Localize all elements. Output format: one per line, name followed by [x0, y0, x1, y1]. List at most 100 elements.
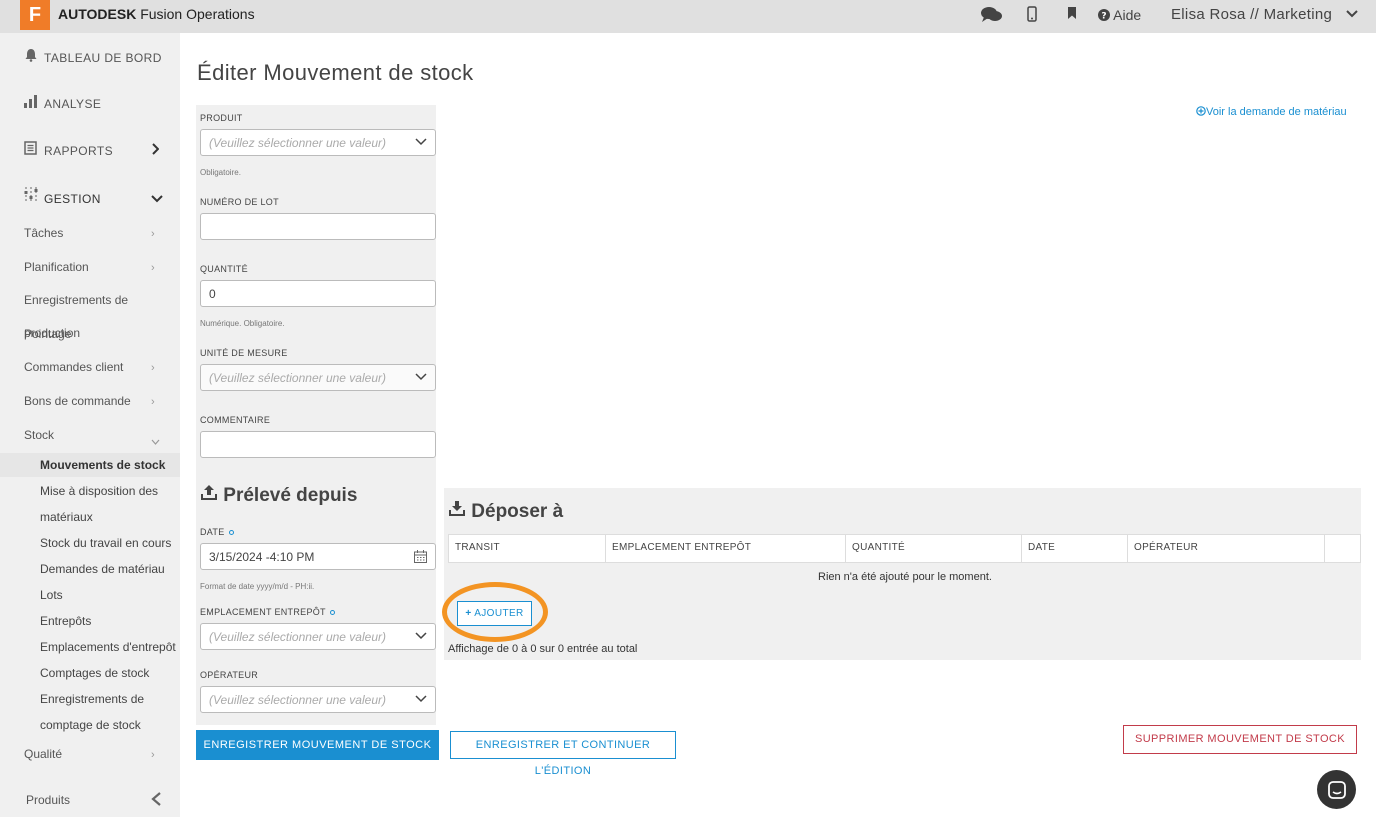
top-bar: F AUTODESK Fusion Operations ? Aide Elis…: [0, 0, 1376, 33]
emplacement-select[interactable]: (Veuillez sélectionner une valeur): [200, 623, 436, 650]
sidebar-label: ANALYSE: [44, 97, 102, 111]
column-header[interactable]: EMPLACEMENT ENTREPÔT: [606, 535, 846, 562]
help-icon: ?: [1098, 7, 1113, 23]
sidebar-item-taches[interactable]: Tâches: [24, 226, 164, 240]
chevron-down-icon[interactable]: [151, 190, 163, 208]
sidebar-item-stock[interactable]: Stock: [24, 428, 54, 442]
column-header[interactable]: DATE: [1022, 535, 1128, 562]
info-dot-icon: [228, 530, 234, 536]
sidebar-item-entrepots[interactable]: Entrepôts: [40, 614, 91, 628]
deposer-title: Déposer à: [471, 501, 564, 522]
voir-demande-link[interactable]: Voir la demande de matériau: [1196, 106, 1347, 118]
fusion-logo-icon[interactable]: F: [20, 0, 50, 30]
date-label: DATE: [200, 527, 234, 537]
brand-bold: AUTODESK: [58, 6, 137, 22]
deposer-table-header: TRANSIT EMPLACEMENT ENTREPÔT QUANTITÉ DA…: [448, 534, 1361, 563]
sidebar-item-tableau-de-bord[interactable]: TABLEAU DE BORD: [24, 48, 162, 65]
date-value: 3/15/2024 -4:10 PM: [209, 550, 315, 564]
emplacement-label-text: EMPLACEMENT ENTREPÔT: [200, 607, 326, 617]
emplacement-label: EMPLACEMENT ENTREPÔT: [200, 607, 335, 617]
sidebar-label: GESTION: [44, 192, 101, 206]
user-menu[interactable]: Elisa Rosa // Marketing: [1171, 6, 1332, 23]
sidebar-label: RAPPORTS: [44, 144, 113, 158]
preleve-title: Prélevé depuis: [223, 485, 358, 506]
sidebar-item-mouvements-de-stock[interactable]: Mouvements de stock: [40, 458, 165, 472]
sidebar-item-comptages[interactable]: Comptages de stock: [40, 666, 149, 680]
chat-icon[interactable]: [981, 6, 1003, 28]
unite-label: UNITÉ DE MESURE: [200, 348, 288, 358]
upload-icon: [200, 485, 218, 506]
quantite-label: QUANTITÉ: [200, 264, 248, 274]
produit-label: PRODUIT: [200, 113, 243, 123]
produit-select[interactable]: (Veuillez sélectionner une valeur): [200, 129, 436, 156]
chevron-down-icon: [415, 370, 427, 384]
chevron-down-icon: [415, 629, 427, 643]
unite-select[interactable]: (Veuillez sélectionner une valeur): [200, 364, 436, 391]
column-header[interactable]: TRANSIT: [449, 535, 606, 562]
delete-button[interactable]: SUPPRIMER MOUVEMENT DE STOCK: [1123, 725, 1357, 754]
sidebar-item-demandes-materiau[interactable]: Demandes de matériau: [40, 562, 165, 576]
operateur-label: OPÉRATEUR: [200, 670, 259, 680]
pagination-info: Affichage de 0 à 0 sur 0 entrée au total: [448, 643, 638, 655]
sidebar-item-rapports[interactable]: RAPPORTS: [24, 141, 164, 158]
commentaire-input[interactable]: [200, 431, 436, 458]
sidebar-item-lots[interactable]: Lots: [40, 588, 63, 602]
svg-text:?: ?: [1101, 12, 1106, 22]
chevron-right-icon[interactable]: [151, 142, 160, 160]
sidebar-item-produits[interactable]: Produits: [26, 793, 70, 807]
bell-icon: [24, 48, 44, 65]
chevron-down-icon: [415, 135, 427, 149]
column-header[interactable]: OPÉRATEUR: [1128, 535, 1325, 562]
save-button[interactable]: ENREGISTRER MOUVEMENT DE STOCK: [196, 730, 439, 760]
lot-input[interactable]: [200, 213, 436, 240]
preleve-heading: Prélevé depuis: [200, 484, 357, 507]
date-help: Format de date yyyy/m/d - PH:ii.: [200, 582, 315, 591]
sidebar-item-bons-de-commande[interactable]: Bons de commande: [24, 394, 131, 408]
quantite-help: Numérique. Obligatoire.: [200, 319, 285, 328]
column-header[interactable]: QUANTITÉ: [846, 535, 1022, 562]
help-link[interactable]: ? Aide: [1098, 7, 1141, 23]
chevron-down-icon[interactable]: [1346, 5, 1358, 21]
sidebar-label: TABLEAU DE BORD: [44, 51, 162, 65]
emplacement-placeholder: (Veuillez sélectionner une valeur): [209, 630, 386, 644]
sidebar-item-enregistrements-comptage[interactable]: Enregistrements de: [40, 692, 144, 706]
report-icon: [24, 141, 44, 158]
sidebar-item-analyse[interactable]: ANALYSE: [24, 94, 101, 111]
sidebar-item-enregistrements-comptage-2[interactable]: comptage de stock: [40, 718, 141, 732]
save-continue-button[interactable]: ENREGISTRER ET CONTINUER L'ÉDITION: [450, 731, 676, 777]
collapse-sidebar-icon[interactable]: [150, 792, 162, 811]
mobile-icon[interactable]: [1027, 6, 1037, 26]
plus-circle-icon: [1196, 106, 1206, 118]
date-input[interactable]: 3/15/2024 -4:10 PM: [200, 543, 436, 570]
help-label: Aide: [1113, 7, 1142, 23]
bookmark-icon[interactable]: [1067, 6, 1077, 24]
info-dot-icon: [329, 610, 335, 616]
voir-label: Voir la demande de matériau: [1206, 106, 1347, 118]
chevron-down-icon[interactable]: [151, 432, 160, 450]
lot-label: NUMÉRO DE LOT: [200, 197, 279, 207]
sidebar-item-enregistrements-production[interactable]: Enregistrements de: [24, 293, 128, 307]
brand-rest: Fusion Operations: [136, 6, 255, 22]
sidebar-item-planification[interactable]: Planification: [24, 260, 89, 274]
sidebar-item-mise-a-disposition[interactable]: Mise à disposition des: [40, 484, 158, 498]
sidebar-item-stock-travail[interactable]: Stock du travail en cours: [40, 536, 171, 550]
bar-chart-icon: [24, 94, 44, 111]
date-label-text: DATE: [200, 527, 225, 537]
download-icon: [448, 501, 466, 522]
chat-launcher-icon[interactable]: [1317, 770, 1356, 809]
sidebar-item-mise-a-disposition-2[interactable]: matériaux: [40, 510, 93, 524]
brand-title: AUTODESK Fusion Operations: [58, 6, 255, 22]
sidebar-item-gestion[interactable]: GESTION: [24, 187, 101, 206]
chevron-down-icon: [415, 692, 427, 706]
operateur-placeholder: (Veuillez sélectionner une valeur): [209, 693, 386, 707]
calendar-icon[interactable]: [414, 550, 427, 566]
sidebar-item-emplacements[interactable]: Emplacements d'entrepôt: [40, 640, 176, 654]
unite-placeholder: (Veuillez sélectionner une valeur): [209, 371, 386, 385]
deposer-heading: Déposer à: [448, 500, 563, 523]
quantite-input[interactable]: 0: [200, 280, 436, 307]
sidebar-item-pointage[interactable]: Pointage: [24, 327, 71, 341]
sidebar-item-commandes-client[interactable]: Commandes client: [24, 360, 123, 374]
sidebar-item-qualite[interactable]: Qualité: [24, 747, 62, 761]
operateur-select[interactable]: (Veuillez sélectionner une valeur): [200, 686, 436, 713]
page-title: Éditer Mouvement de stock: [197, 60, 474, 85]
